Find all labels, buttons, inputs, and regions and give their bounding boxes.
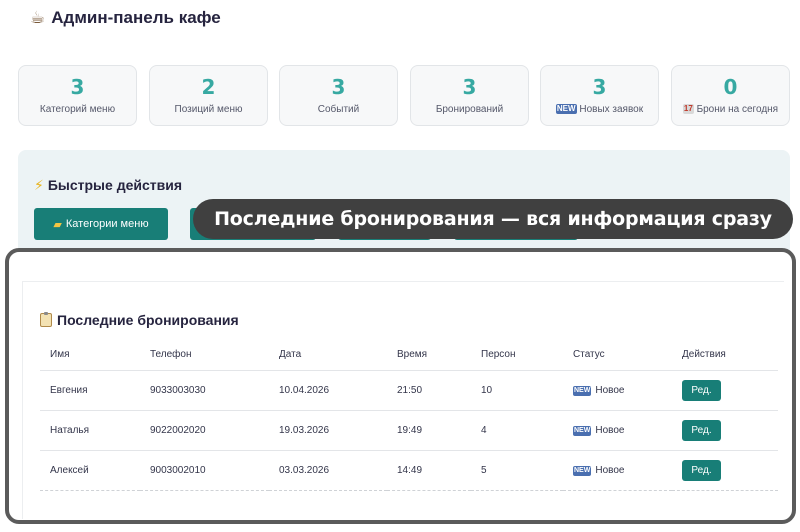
stat-label: Бронирований (435, 104, 504, 115)
lightning-icon: ⚡ (34, 177, 44, 193)
categories-menu-button[interactable]: ▰ Категории меню (34, 208, 168, 240)
status-text: Новое (595, 384, 625, 396)
page-title: ☕ Админ-панель кафе (30, 8, 221, 28)
column-header: Имя (40, 340, 140, 371)
cell-guests: 5 (471, 450, 563, 491)
stat-card-categories: 3 Категорий меню (18, 65, 137, 126)
stat-value: 3 (462, 75, 477, 99)
column-header: Телефон (140, 340, 269, 371)
highlight-frame: Последние бронирования Имя Телефон Дата … (5, 248, 796, 524)
categories-menu-button-label: Категории меню (65, 218, 149, 230)
new-badge-icon: NEW (573, 425, 592, 436)
stat-label: Новых заявок (579, 104, 644, 115)
stat-label: Категорий меню (39, 104, 116, 115)
edit-button[interactable]: Ред. (682, 379, 721, 401)
column-header: Действия (672, 340, 778, 371)
column-header: Дата (269, 340, 387, 371)
cell-guests: 10 (471, 370, 563, 411)
table-row: Алексей 9003002010 03.03.2026 14:49 5 NE… (40, 450, 778, 491)
caption-banner: Последние бронирования — вся информация … (193, 199, 793, 239)
stats-row: 3 Категорий меню 2 Позиций меню 3 Событи… (18, 65, 790, 126)
cell-date: 03.03.2026 (269, 450, 387, 491)
bookings-table: Имя Телефон Дата Время Персон Статус Дей… (40, 340, 778, 491)
cell-time: 19:49 (387, 410, 471, 451)
stat-label: Событий (317, 104, 360, 115)
column-header: Статус (563, 340, 672, 371)
cell-name: Евгения (40, 370, 140, 411)
new-badge-icon: NEW (555, 104, 577, 114)
clipboard-icon (40, 312, 52, 327)
cell-phone: 9003002010 (140, 450, 269, 491)
stat-value: 3 (592, 75, 607, 99)
stat-value: 3 (331, 75, 346, 99)
table-row: Евгения 9033003030 10.04.2026 21:50 10 N… (40, 370, 778, 411)
stat-value: 0 (723, 75, 738, 99)
table-header-row: Имя Телефон Дата Время Персон Статус Дей… (40, 340, 778, 371)
cell-date: 10.04.2026 (269, 370, 387, 411)
cell-status: NEW Новое (563, 370, 672, 411)
status-text: Новое (595, 424, 625, 436)
cell-phone: 9022002020 (140, 410, 269, 451)
recent-bookings-card: Последние бронирования Имя Телефон Дата … (22, 281, 784, 519)
edit-button[interactable]: Ред. (682, 419, 721, 441)
cell-status: NEW Новое (563, 450, 672, 491)
stat-label: Брони на сегодня (696, 104, 779, 115)
cell-time: 14:49 (387, 450, 471, 491)
cell-name: Наталья (40, 410, 140, 451)
cell-actions: Ред. (672, 450, 778, 491)
recent-bookings-title: Последние бронирования (40, 312, 239, 328)
stat-card-bookings: 3 Бронирований (410, 65, 529, 126)
table-row: Наталья 9022002020 19.03.2026 19:49 4 NE… (40, 410, 778, 451)
recent-bookings-title-text: Последние бронирования (57, 312, 239, 328)
folder-icon: ▰ (53, 218, 62, 231)
status-text: Новое (595, 464, 625, 476)
stat-card-today-bookings: 0 17 Брони на сегодня (671, 65, 790, 126)
cell-actions: Ред. (672, 370, 778, 411)
column-header: Время (387, 340, 471, 371)
cell-name: Алексей (40, 450, 140, 491)
stat-label-wrap: NEW Новых заявок (541, 104, 658, 115)
stat-value: 2 (201, 75, 216, 99)
cell-status: NEW Новое (563, 410, 672, 451)
cell-date: 19.03.2026 (269, 410, 387, 451)
stat-card-events: 3 Событий (279, 65, 398, 126)
column-header: Персон (471, 340, 563, 371)
stat-label-wrap: 17 Брони на сегодня (672, 104, 789, 115)
cell-actions: Ред. (672, 410, 778, 451)
new-badge-icon: NEW (573, 465, 592, 476)
stat-value: 3 (70, 75, 85, 99)
quick-actions-title-text: Быстрые действия (47, 177, 182, 193)
stat-label: Позиций меню (174, 104, 243, 115)
cell-phone: 9033003030 (140, 370, 269, 411)
edit-button[interactable]: Ред. (682, 459, 721, 481)
quick-actions-title: ⚡ Быстрые действия (34, 177, 182, 194)
calendar-icon: 17 (682, 104, 694, 114)
stat-card-new-requests: 3 NEW Новых заявок (540, 65, 659, 126)
coffee-cup-icon: ☕ (30, 8, 46, 27)
cell-time: 21:50 (387, 370, 471, 411)
new-badge-icon: NEW (573, 385, 592, 396)
stat-card-menu-items: 2 Позиций меню (149, 65, 268, 126)
cell-guests: 4 (471, 410, 563, 451)
page-title-text: Админ-панель кафе (51, 8, 221, 27)
